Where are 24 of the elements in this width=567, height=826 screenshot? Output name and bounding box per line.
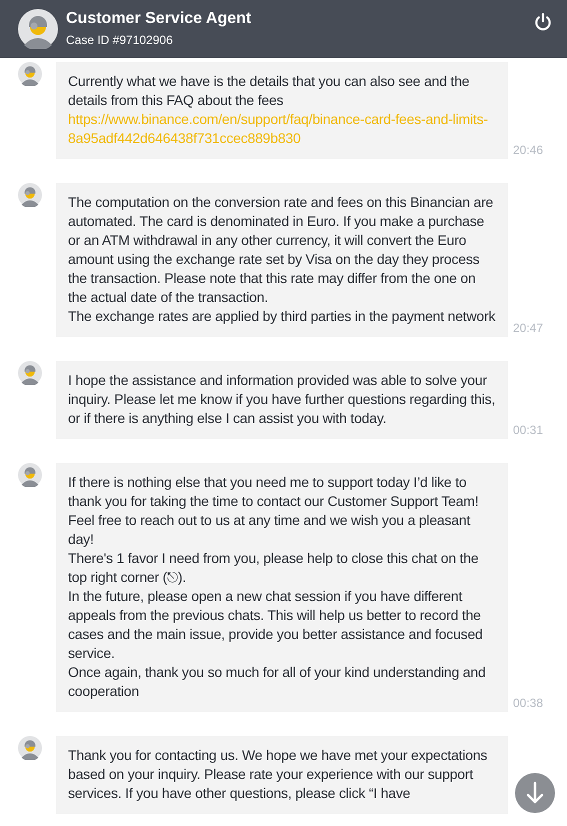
message-text: I hope the assistance and information provided was able to solve your inquiry. Please let me know if you have further questions regarding this, or if there is anything else I can assist you with today. bbox=[68, 371, 496, 428]
case-id: Case ID #97102906 bbox=[66, 32, 174, 49]
message-text: There's 1 favor I need from you, please help to close this chat on the top right corner (⎋). bbox=[68, 549, 480, 587]
message-text: Currently what we have is the details that you can also see and the details from this FAQ about the fees bbox=[68, 72, 470, 110]
agent-avatar bbox=[18, 183, 42, 207]
agent-avatar bbox=[18, 62, 42, 86]
message-time: 20:46 bbox=[513, 143, 544, 157]
message-text: Thank you for contacting us. We hope we have met your expectations based on your inquiry. Please rate your experience with our support services. If you have other questions, please click “I have bbox=[68, 746, 488, 803]
message-text: The exchange rates are applied by third parties in the payment network bbox=[68, 307, 496, 326]
agent-avatar bbox=[18, 9, 58, 49]
message-time: 00:38 bbox=[513, 696, 544, 710]
agent-name: Customer Service Agent bbox=[66, 9, 252, 29]
faq-link[interactable]: https://www.binance.com/en/support/faq/binance-card-fees-and-limits-8a95adf442d646438f731ccec889b830 bbox=[68, 110, 496, 148]
message-text: The computation on the conversion rate and fees on this Binancian are automated. The card is denominated in Euro. If you make a purchase or an ATM withdrawal in any other currency, it will convert the Euro amount using the exchange rate set by Visa on the day they process the transaction. Please note that this rate may differ from the one on the actual date of the transaction. bbox=[68, 193, 494, 307]
power-icon[interactable] bbox=[533, 12, 553, 32]
message-text: Once again, thank you so much for all of your kind understanding and cooperation bbox=[68, 663, 487, 701]
message-time: 20:47 bbox=[513, 321, 544, 335]
message-text: In the future, please open a new chat session if you have different appeals from the previous chats. This will help us better to record the cases and the main issue, provide you better assistance and focused service. bbox=[68, 587, 484, 663]
message-time: 00:31 bbox=[513, 423, 544, 437]
agent-avatar bbox=[18, 361, 42, 385]
message-text: If there is nothing else that you need me to support today I’d like to thank you for taking the time to contact our Customer Support Team! Feel free to reach out to us at any time and we wish you a pleasant day! bbox=[68, 473, 480, 549]
agent-avatar bbox=[18, 463, 42, 487]
scroll-down-button[interactable] bbox=[515, 773, 555, 813]
agent-avatar bbox=[18, 736, 42, 760]
